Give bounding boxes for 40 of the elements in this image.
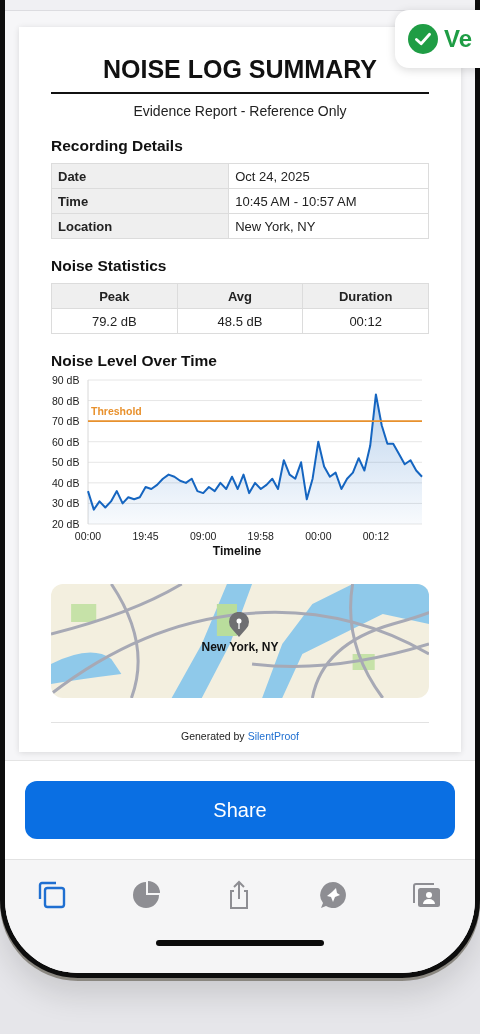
x-tick-label: 00:12 [362, 530, 390, 542]
table-cell: 10:45 AM - 10:57 AM [228, 188, 429, 214]
column-header: Avg [177, 283, 303, 309]
column-header: Duration [302, 283, 429, 309]
table-cell: 00:12 [302, 308, 429, 334]
table-cell: Oct 24, 2025 [228, 163, 429, 189]
y-tick-label: 30 dB [52, 497, 80, 510]
y-tick-label: 80 dB [52, 394, 80, 407]
table-cell: 48.5 dB [177, 308, 303, 334]
map-pin-icon [228, 612, 250, 638]
copies-icon [36, 879, 68, 911]
table-cell: Time [51, 188, 229, 214]
x-axis-title: Timeline [212, 544, 262, 558]
x-tick-label: 09:00 [190, 530, 217, 542]
column-header: Peak [51, 283, 178, 309]
toast-text: Ve [444, 25, 473, 53]
y-tick-label: 50 dB [52, 456, 80, 469]
map-label: New York, NY [200, 640, 280, 654]
check-icon [408, 24, 438, 54]
section-heading: Noise Statistics [51, 257, 168, 275]
brand-link[interactable]: SilentProof [247, 730, 299, 742]
share-button[interactable]: Share [25, 781, 455, 839]
footer-text: Generated by [181, 730, 245, 742]
y-tick-label: 90 dB [52, 374, 80, 386]
threshold-label: Threshold [91, 405, 142, 418]
table-cell: Location [51, 213, 229, 239]
y-tick-label: 40 dB [52, 476, 80, 489]
report-subtitle: Evidence Report - Reference Only [132, 103, 348, 119]
section-heading: Noise Level Over Time [51, 352, 218, 370]
x-tick-label: 19:58 [247, 530, 274, 542]
x-tick-label: 00:00 [74, 530, 102, 542]
y-tick-label: 60 dB [52, 435, 80, 448]
table-cell: 79.2 dB [51, 308, 178, 334]
y-tick-label: 20 dB [52, 518, 80, 530]
x-tick-label: 19:45 [132, 530, 159, 542]
y-tick-label: 70 dB [52, 415, 80, 428]
x-tick-label: 00:00 [305, 530, 332, 542]
section-heading: Recording Details [51, 137, 184, 155]
table-cell: New York, NY [228, 213, 429, 239]
table-cell: Date [51, 163, 229, 189]
